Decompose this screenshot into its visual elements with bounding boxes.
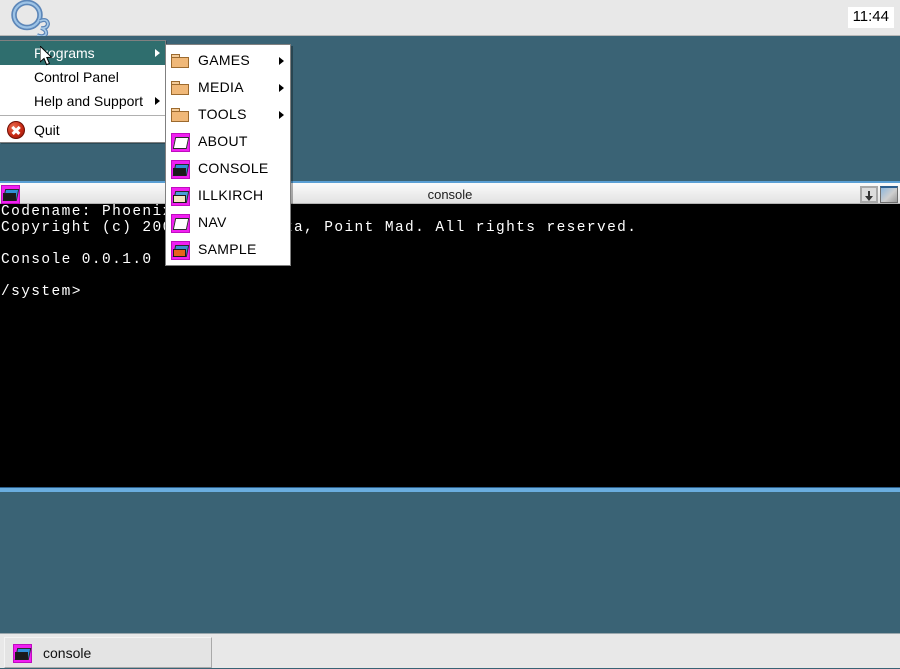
submenu-item-media[interactable]: MEDIA <box>166 74 290 101</box>
app-icon-sample <box>171 240 190 260</box>
console-title: console <box>427 187 473 202</box>
taskbar: console <box>0 633 900 668</box>
quit-icon <box>7 121 25 139</box>
maximize-button[interactable] <box>880 186 898 203</box>
menu-item-label: Quit <box>34 122 60 138</box>
submenu-item-illkirch[interactable]: ILLKIRCH <box>166 182 290 209</box>
menu-item-help-and-support[interactable]: Help and Support <box>0 89 165 113</box>
menu-item-programs[interactable]: Programs <box>0 41 165 65</box>
submenu-item-label: MEDIA <box>198 79 244 95</box>
console-icon <box>13 644 32 663</box>
chevron-right-icon <box>279 83 284 92</box>
minimize-button[interactable] <box>860 186 878 203</box>
app-icon-illkirch <box>171 186 190 206</box>
console-prompt: /system> <box>1 284 82 300</box>
submenu-item-label: CONSOLE <box>198 160 269 176</box>
submenu-item-games[interactable]: GAMES <box>166 47 290 74</box>
app-icon-console <box>171 159 190 179</box>
console-output[interactable]: Codename: Phoenix 0.5.3.0 Copyright (c) … <box>0 204 900 487</box>
submenu-item-nav[interactable]: NAV <box>166 209 290 236</box>
chevron-right-icon <box>155 49 160 57</box>
app-icon-about <box>171 132 190 152</box>
submenu-item-label: SAMPLE <box>198 241 257 257</box>
chevron-right-icon <box>155 97 160 105</box>
console-window: console Codename: Phoenix 0.5.3.0 Copyri… <box>0 181 900 492</box>
start-menu: Programs Control Panel Help and Support … <box>0 40 166 143</box>
top-bar: 11:44 <box>0 0 900 39</box>
console-line: Console 0.0.1.0 <box>1 252 153 268</box>
clock: 11:44 <box>847 7 894 28</box>
window-bottom-border <box>0 487 900 492</box>
folder-icon <box>171 79 190 98</box>
submenu-item-label: ILLKIRCH <box>198 187 264 203</box>
submenu-item-label: ABOUT <box>198 133 248 149</box>
submenu-item-about[interactable]: ABOUT <box>166 128 290 155</box>
submenu-item-label: NAV <box>198 214 227 230</box>
folder-icon <box>171 106 190 125</box>
menu-item-label: Help and Support <box>34 93 143 109</box>
submenu-item-tools[interactable]: TOOLS <box>166 101 290 128</box>
folder-icon <box>171 52 190 71</box>
console-title-bar[interactable]: console <box>0 181 900 204</box>
taskbar-button-console[interactable]: console <box>4 637 212 668</box>
menu-item-label: Control Panel <box>34 69 119 85</box>
submenu-item-label: GAMES <box>198 52 251 68</box>
app-icon-nav <box>171 213 190 233</box>
menu-item-quit[interactable]: Quit <box>0 118 165 142</box>
menu-separator <box>0 115 165 116</box>
chevron-right-icon <box>279 110 284 119</box>
submenu-item-sample[interactable]: SAMPLE <box>166 236 290 263</box>
os-logo[interactable] <box>8 0 64 39</box>
programs-submenu: GAMES MEDIA TOOLS ABOUT CONSOLE ILLKIRCH <box>165 44 291 266</box>
console-line: Codename: Phoenix 0.5.3.0 <box>1 204 254 220</box>
menu-item-control-panel[interactable]: Control Panel <box>0 65 165 89</box>
taskbar-button-label: console <box>43 645 92 661</box>
submenu-item-console[interactable]: CONSOLE <box>166 155 290 182</box>
menu-item-label: Programs <box>34 45 95 61</box>
console-line: Copyright (c) 2009 Lukas Lipka, Point Ma… <box>1 220 638 236</box>
submenu-item-label: TOOLS <box>198 106 247 122</box>
chevron-right-icon <box>279 56 284 65</box>
